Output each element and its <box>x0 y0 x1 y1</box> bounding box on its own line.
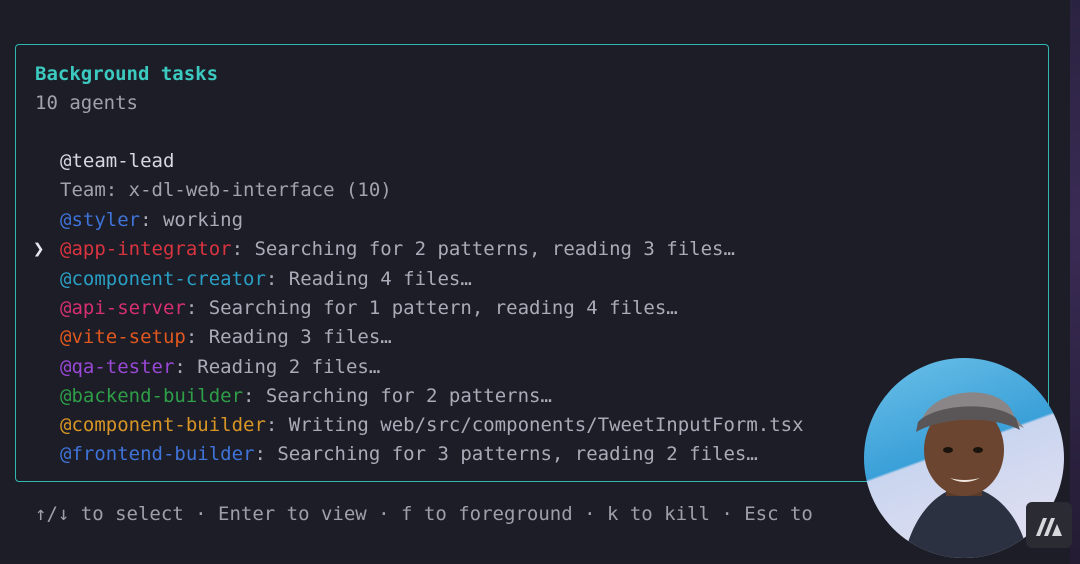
agent-name: @component-builder <box>60 414 266 437</box>
agent-name: @qa-tester <box>60 355 175 378</box>
agent-row[interactable]: @component-creator: Reading 4 files… <box>60 267 472 291</box>
agent-name: @api-server <box>60 296 186 319</box>
agent-status: : Writing web/src/components/TweetInputF… <box>265 414 804 437</box>
panel-title: Background tasks <box>35 63 219 85</box>
agent-name: @component-creator <box>60 267 266 290</box>
agent-name: @styler <box>60 209 141 231</box>
agent-status: : Reading 2 files… <box>174 355 381 378</box>
agent-name: @app-integrator <box>60 238 232 261</box>
agent-row[interactable]: @component-builder: Writing web/src/comp… <box>60 413 804 437</box>
agent-status: : Searching for 3 patterns, reading 2 fi… <box>254 443 758 466</box>
agent-status: : Searching for 2 patterns… <box>243 384 552 407</box>
logo-mark-icon <box>1036 518 1062 536</box>
agent-row[interactable]: @backend-builder: Searching for 2 patter… <box>60 384 552 408</box>
agent-name: @vite-setup <box>60 326 186 349</box>
team-lead-label[interactable]: @team-lead <box>60 149 174 173</box>
agent-status: : working <box>140 209 244 231</box>
brand-logo <box>1026 502 1072 548</box>
agent-status: : Reading 3 files… <box>185 326 392 349</box>
agent-name: @backend-builder <box>60 384 244 407</box>
background-strip <box>1070 0 1080 564</box>
agent-row[interactable]: @qa-tester: Reading 2 files… <box>60 355 380 379</box>
agent-row[interactable]: @api-server: Searching for 1 pattern, re… <box>60 296 678 320</box>
agent-name: @frontend-builder <box>60 443 255 466</box>
agent-row[interactable]: @app-integrator: Searching for 2 pattern… <box>60 237 735 261</box>
agent-status: : Searching for 2 patterns, reading 3 fi… <box>231 238 735 261</box>
agent-status: : Searching for 1 pattern, reading 4 fil… <box>185 296 678 319</box>
agent-row[interactable]: @frontend-builder: Searching for 3 patte… <box>60 442 758 466</box>
agent-status: : Reading 4 files… <box>265 267 472 290</box>
keyboard-hints: ↑/↓ to select · Enter to view · f to for… <box>35 503 813 525</box>
agent-row[interactable]: @vite-setup: Reading 3 files… <box>60 325 392 349</box>
team-name-line: Team: x-dl-web-interface (10) <box>60 179 392 201</box>
agent-row[interactable]: @styler: working <box>60 208 243 232</box>
selection-cursor-icon: ❯ <box>33 238 45 261</box>
agent-count: 10 agents <box>35 92 138 114</box>
